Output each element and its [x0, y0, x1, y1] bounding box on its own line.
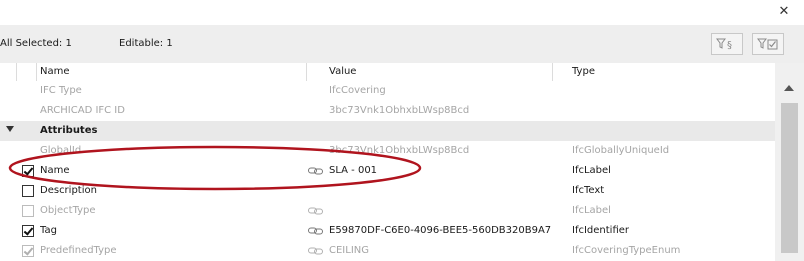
- selection-toolbar: All Selected: 1 Editable: 1 §: [0, 25, 804, 63]
- tag-checkbox[interactable]: [22, 225, 34, 237]
- close-icon[interactable]: ✕: [776, 4, 792, 20]
- link-icon: [308, 207, 323, 215]
- filter-section-icon: §: [716, 38, 732, 51]
- all-selected-count: All Selected: 1: [0, 38, 72, 49]
- row-name: Name: [40, 165, 70, 176]
- row-name: PredefinedType: [40, 245, 117, 256]
- row-value: CEILING: [329, 245, 369, 256]
- filter-section-button[interactable]: §: [711, 33, 743, 55]
- predefinedtype-checkbox[interactable]: [22, 245, 34, 257]
- filter-checked-button[interactable]: [752, 33, 784, 55]
- filter-checked-icon: [757, 38, 778, 50]
- row-type: IfcText: [572, 185, 605, 196]
- row-name: GlobalId: [40, 145, 82, 156]
- column-header-name[interactable]: Name: [40, 66, 70, 77]
- scroll-thumb[interactable]: [781, 103, 798, 253]
- table-row[interactable]: Name SLA - 001 IfcLabel: [0, 161, 775, 181]
- table-row[interactable]: ObjectType IfcLabel: [0, 201, 775, 221]
- column-separator: [16, 63, 17, 81]
- description-checkbox[interactable]: [22, 185, 34, 197]
- name-checkbox[interactable]: [22, 165, 34, 177]
- column-separator[interactable]: [552, 63, 553, 81]
- properties-grid: IFC Type IfcCovering ARCHICAD IFC ID 3bc…: [0, 81, 775, 261]
- row-type: IfcCoveringTypeEnum: [572, 245, 681, 256]
- column-separator[interactable]: [306, 63, 307, 81]
- row-value: 3bc73Vnk1ObhxbLWsp8Bcd: [329, 145, 470, 156]
- link-icon: [308, 227, 323, 235]
- table-row[interactable]: IFC Type IfcCovering: [0, 81, 775, 101]
- row-name: Description: [40, 185, 97, 196]
- row-name: IFC Type: [40, 85, 82, 96]
- column-separator: [36, 63, 37, 81]
- row-value: IfcCovering: [329, 85, 386, 96]
- objecttype-checkbox[interactable]: [22, 205, 34, 217]
- column-header-value[interactable]: Value: [329, 66, 356, 77]
- scroll-up-icon[interactable]: [784, 85, 794, 91]
- link-icon: [308, 167, 323, 175]
- svg-text:§: §: [727, 40, 732, 51]
- chevron-down-icon[interactable]: [6, 126, 14, 132]
- table-row[interactable]: Tag E59870DF-C6E0-4096-BEE5-560DB320B9A7…: [0, 221, 775, 241]
- table-row[interactable]: Description IfcText: [0, 181, 775, 201]
- row-name: Tag: [40, 225, 57, 236]
- checkmark-icon: [23, 225, 34, 236]
- checkmark-icon: [23, 165, 34, 176]
- row-type: IfcIdentifier: [572, 225, 630, 236]
- table-row[interactable]: PredefinedType CEILING IfcCoveringTypeEn…: [0, 241, 775, 261]
- column-header-row: Name Value Type: [0, 63, 775, 81]
- row-name: ARCHICAD IFC ID: [40, 105, 125, 116]
- section-row-attributes[interactable]: Attributes: [0, 121, 775, 141]
- table-row[interactable]: GlobalId 3bc73Vnk1ObhxbLWsp8Bcd IfcGloba…: [0, 141, 775, 161]
- row-value[interactable]: SLA - 001: [329, 165, 377, 176]
- row-type: IfcLabel: [572, 205, 611, 216]
- row-value[interactable]: E59870DF-C6E0-4096-BEE5-560DB320B9A7: [329, 225, 551, 236]
- title-bar: ✕: [0, 0, 804, 25]
- link-icon: [308, 247, 323, 255]
- editable-count: Editable: 1: [119, 38, 173, 49]
- row-value: 3bc73Vnk1ObhxbLWsp8Bcd: [329, 105, 470, 116]
- row-name: ObjectType: [40, 205, 96, 216]
- row-type: IfcLabel: [572, 165, 611, 176]
- checkmark-icon: [23, 245, 34, 256]
- vertical-scrollbar[interactable]: [775, 63, 804, 261]
- row-type: IfcGloballyUniqueId: [572, 145, 670, 156]
- section-title: Attributes: [40, 125, 98, 136]
- table-row[interactable]: ARCHICAD IFC ID 3bc73Vnk1ObhxbLWsp8Bcd: [0, 101, 775, 121]
- column-header-type[interactable]: Type: [572, 66, 595, 77]
